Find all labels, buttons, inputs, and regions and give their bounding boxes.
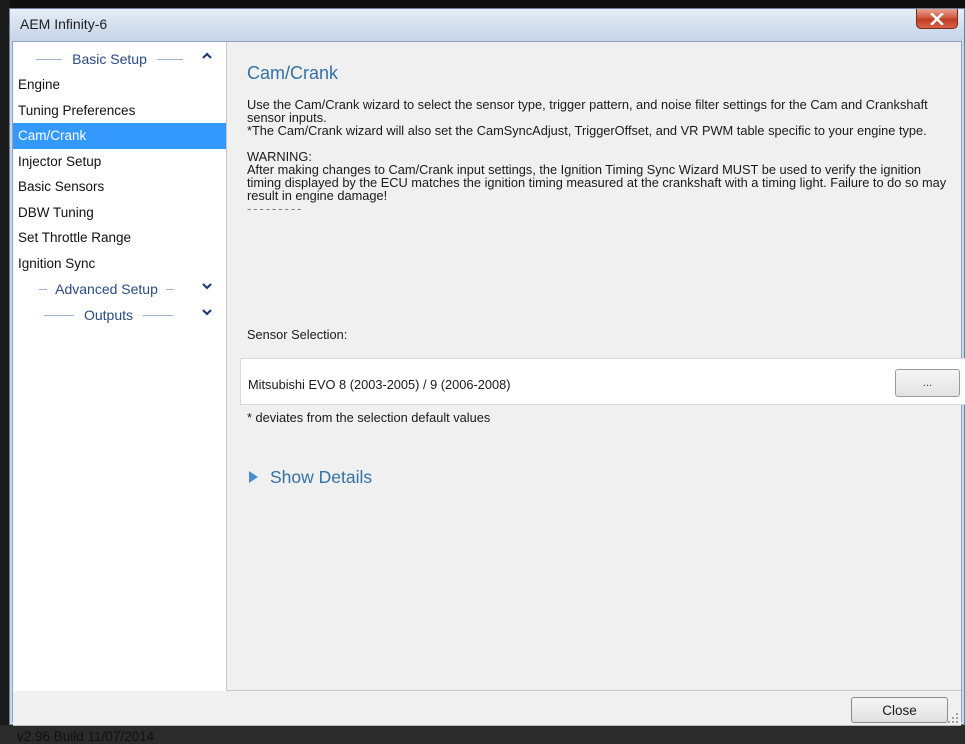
sidebar-item-label: Cam/Crank [18, 128, 87, 143]
resize-grip-icon[interactable] [947, 712, 959, 724]
browse-sensor-button[interactable]: ... [895, 369, 960, 397]
section-label: Basic Setup [72, 51, 147, 67]
sensor-selection-row: Mitsubishi EVO 8 (2003-2005) / 9 (2006-2… [240, 358, 965, 405]
sidebar-item-label: Injector Setup [18, 153, 102, 169]
sidebar-item-basic-sensors[interactable]: Basic Sensors [13, 174, 226, 200]
close-button[interactable]: Close [851, 697, 948, 723]
sidebar-item-label: Basic Sensors [18, 179, 105, 194]
window-close-button[interactable] [916, 9, 958, 29]
section-label: Advanced Setup [55, 281, 158, 297]
sidebar-item-ignition-sync[interactable]: Ignition Sync [13, 251, 226, 277]
window-title: AEM Infinity-6 [20, 16, 108, 32]
main-panel: Cam/Crank Use the Cam/Crank wizard to se… [227, 42, 965, 691]
chevron-down-icon[interactable] [202, 307, 212, 319]
show-details-label: Show Details [270, 467, 373, 487]
sidebar-item-label: Tuning Preferences [18, 102, 136, 118]
sensor-selection-value: Mitsubishi EVO 8 (2003-2005) / 9 (2006-2… [248, 377, 511, 392]
client-area: Basic Setup Engine Tuning Preferences Ca… [12, 41, 965, 744]
description-text: Use the Cam/Crank wizard to select the s… [247, 97, 928, 125]
divider-line [143, 314, 174, 316]
sidebar-item-label: Set Throttle Range [18, 230, 132, 245]
desktop-background-top [0, 0, 965, 8]
section-outputs[interactable]: Outputs [13, 302, 226, 328]
warning-text: After making changes to Cam/Crank input … [247, 162, 947, 203]
expand-triangle-icon [249, 467, 258, 488]
sidebar-item-dbw-tuning[interactable]: DBW Tuning [13, 200, 226, 226]
sidebar-item-injector-setup[interactable]: Injector Setup [13, 149, 226, 175]
separator-dashes: --------- [247, 201, 304, 216]
sidebar-item-tuning-preferences[interactable]: Tuning Preferences [13, 98, 226, 124]
sidebar-item-engine[interactable]: Engine [13, 72, 226, 98]
sidebar-item-label: Ignition Sync [18, 255, 96, 271]
description-block: Use the Cam/Crank wizard to select the s… [247, 98, 952, 215]
button-bar: Close [13, 691, 961, 726]
description-note: *The Cam/Crank wizard will also set the … [247, 123, 927, 138]
divider-line [43, 314, 74, 316]
section-advanced-setup[interactable]: Advanced Setup [13, 276, 226, 302]
version-label: v2.96 Build 11/07/2014 [17, 729, 155, 744]
deviation-note: * deviates from the selection default va… [247, 410, 491, 425]
chevron-up-icon[interactable] [202, 51, 212, 63]
app-window: AEM Infinity-6 Basic Setup Engine Tuning… [9, 8, 965, 744]
show-details-toggle[interactable]: Show Details [249, 467, 372, 488]
divider-line [39, 288, 48, 290]
section-label: Outputs [83, 307, 134, 323]
sensor-selection-label: Sensor Selection: [247, 327, 348, 342]
sidebar-item-label: Engine [18, 77, 61, 92]
divider-line [165, 288, 174, 290]
title-bar[interactable]: AEM Infinity-6 [10, 9, 964, 41]
sidebar-item-set-throttle-range[interactable]: Set Throttle Range [13, 225, 226, 251]
section-basic-setup[interactable]: Basic Setup [13, 46, 226, 72]
close-x-icon [930, 12, 944, 25]
divider-line [156, 58, 183, 60]
sidebar-item-label: DBW Tuning [18, 204, 94, 220]
divider-line [36, 58, 63, 60]
sidebar-nav: Basic Setup Engine Tuning Preferences Ca… [13, 42, 227, 691]
chevron-down-icon[interactable] [202, 281, 212, 293]
sidebar-item-cam-crank[interactable]: Cam/Crank [13, 123, 226, 149]
page-title: Cam/Crank [247, 63, 339, 83]
